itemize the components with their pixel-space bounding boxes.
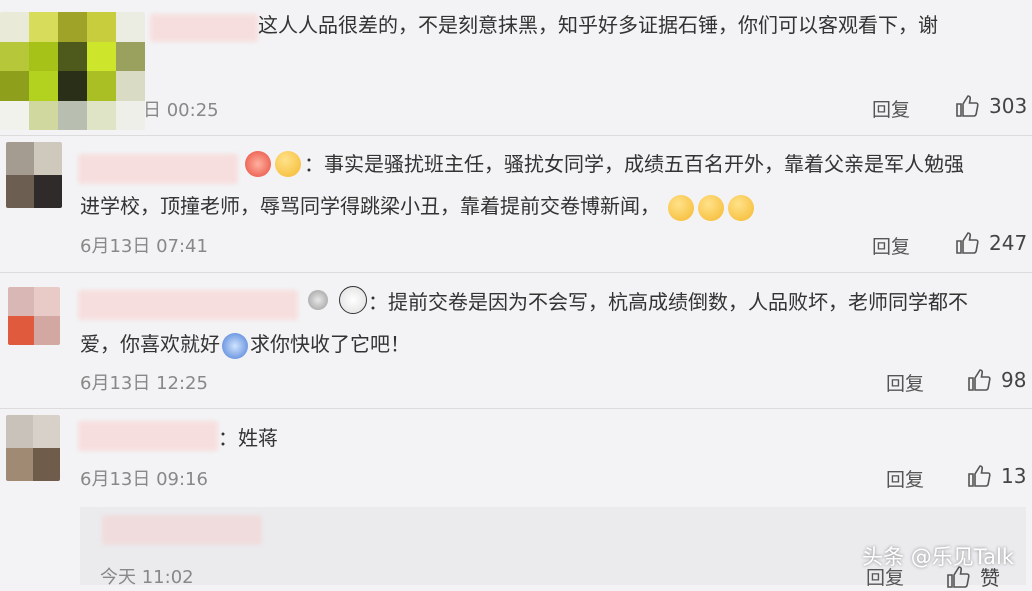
comment-2: ：事实是骚扰班主任，骚扰女同学，成绩五百名开外，靠着父亲是军人勉强 进学校，顶撞…: [0, 136, 1032, 272]
comment-time: 今天 11:02: [100, 567, 194, 588]
username-blurred[interactable]: [150, 14, 258, 42]
comment-text: ：姓蒋: [218, 426, 278, 450]
like-count: 303: [989, 94, 1028, 118]
like-button[interactable]: 98: [967, 368, 1026, 392]
comment-text-line-2b: 求你快收了它吧！: [250, 332, 410, 356]
thumbs-up-icon: [956, 95, 979, 117]
comment-time: 6月13日 09:16: [80, 469, 208, 490]
like-count: 98: [1001, 368, 1027, 392]
comment-4: ：姓蒋 6月13日 09:16 回复 13: [0, 409, 1032, 505]
comment-text-line-1: ：提前交卷是因为不会写，杭高成绩倒数，人品败坏，老师同学都不: [368, 290, 968, 314]
panda-emoji-icon: [339, 286, 367, 314]
comment-time: 6月13日 12:25: [80, 373, 208, 394]
comment-text-line-2: 爱，你喜欢就好 求你快收了它吧！: [80, 323, 410, 365]
reply-button[interactable]: 回复: [872, 95, 910, 122]
badge-icon: [308, 290, 328, 310]
emoji-icon: [245, 151, 271, 177]
emoji-icon: [668, 194, 695, 221]
thumbs-up-icon: [968, 369, 991, 391]
like-count: 13: [1001, 464, 1027, 488]
comment-1: 这人人品很差的，不是刻意抹黑，知乎好多证据石锤，你们可以客观看下，谢 日 00:…: [0, 0, 1032, 135]
emoji-icon: [698, 194, 725, 221]
like-button[interactable]: 13: [967, 464, 1026, 488]
comment-time: 日 00:25: [143, 100, 219, 121]
watermark: 头条 @乐见Talk: [862, 545, 1014, 569]
thumbs-up-icon: [956, 232, 979, 254]
comment-3: ：提前交卷是因为不会写，杭高成绩倒数，人品败坏，老师同学都不 爱，你喜欢就好 求你…: [0, 273, 1032, 408]
like-count: 247: [989, 231, 1028, 255]
comment-text-line-2: 进学校，顶撞老师，辱骂同学得跳梁小丑，靠着提前交卷博新闻，: [80, 185, 756, 227]
avatar[interactable]: [0, 12, 145, 130]
username-blurred[interactable]: [78, 421, 218, 451]
emoji-icon: [222, 332, 248, 359]
username-blurred[interactable]: [102, 515, 262, 545]
comment-text-line-2-text: 进学校，顶撞老师，辱骂同学得跳梁小丑，靠着提前交卷博新闻，: [80, 194, 660, 218]
thumbs-up-icon: [968, 465, 991, 487]
username-blurred[interactable]: [78, 290, 298, 320]
reply-button[interactable]: 回复: [872, 232, 910, 259]
like-button[interactable]: 247: [955, 231, 1027, 255]
emoji-icon: [275, 151, 301, 177]
avatar[interactable]: [6, 415, 60, 481]
comment-text-line-1: ：事实是骚扰班主任，骚扰女同学，成绩五百名开外，靠着父亲是军人勉强: [304, 152, 964, 176]
comment-time: 6月13日 07:41: [80, 236, 208, 257]
reply-button[interactable]: 回复: [886, 369, 924, 396]
avatar[interactable]: [6, 142, 62, 208]
emoji-icon: [728, 194, 755, 221]
username-blurred[interactable]: [78, 154, 238, 184]
reply-button[interactable]: 回复: [886, 465, 924, 492]
avatar[interactable]: [8, 287, 60, 345]
comment-text: 这人人品很差的，不是刻意抹黑，知乎好多证据石锤，你们可以客观看下，谢: [258, 13, 938, 37]
comment-text-line-2a: 爱，你喜欢就好: [80, 332, 220, 356]
like-button[interactable]: 303: [955, 94, 1027, 118]
